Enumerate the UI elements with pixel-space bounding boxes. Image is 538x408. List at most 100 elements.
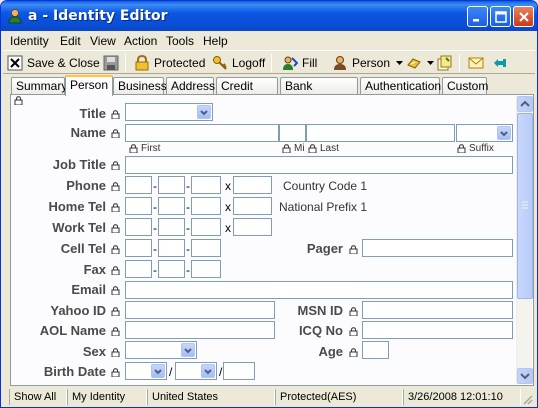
save-close-button[interactable]: Save & Close [7,54,100,72]
lock-icon[interactable] [111,224,120,233]
person-dropdown-button[interactable]: Person [332,54,404,72]
lock-icon[interactable] [111,307,120,316]
work-tel-area-input[interactable] [125,218,152,236]
lock-icon[interactable] [111,129,120,138]
middle-initial-input[interactable] [279,124,306,142]
work-tel-prefix-input[interactable] [158,218,185,236]
tab-summary[interactable]: Summary [11,77,67,95]
birth-year-input[interactable] [223,362,255,380]
close-button[interactable] [513,6,534,27]
suffix-select[interactable] [456,124,513,142]
home-tel-prefix-input[interactable] [158,197,185,215]
birth-month-select[interactable] [125,362,167,380]
lock-icon[interactable] [111,368,120,377]
chevron-down-icon[interactable] [201,364,215,378]
status-my-identity[interactable]: My Identity [67,389,147,405]
save-disk-button[interactable] [103,54,123,72]
lock-icon[interactable] [111,348,120,357]
home-tel-area-input[interactable] [125,197,152,215]
vertical-scrollbar[interactable] [516,96,533,384]
age-input[interactable] [362,341,389,359]
phone-prefix-input[interactable] [158,176,185,194]
menu-view[interactable]: View [90,34,116,48]
lock-icon[interactable] [111,245,120,254]
phone-line-input[interactable] [191,176,221,194]
logoff-button[interactable]: Logoff [212,54,265,72]
chevron-down-icon[interactable] [497,126,511,140]
lock-icon[interactable] [111,182,120,191]
cell-tel-line-input[interactable] [191,239,221,257]
lock-icon[interactable] [111,286,120,295]
tab-address[interactable]: Address [166,77,215,95]
cell-tel-area-input[interactable] [125,239,152,257]
status-show-all[interactable]: Show All [9,389,67,405]
work-tel-ext-input[interactable] [233,218,272,236]
lock-icon[interactable] [308,144,317,153]
lock-icon[interactable] [349,348,358,357]
work-tel-line-input[interactable] [191,218,221,236]
lock-icon[interactable] [111,161,120,170]
tab-custom[interactable]: Custom [442,77,488,95]
protected-button[interactable]: Protected [134,54,205,72]
lock-icon[interactable] [349,307,358,316]
scroll-up-button[interactable] [517,96,533,112]
fill-button[interactable]: Fill [282,54,317,72]
job-title-input[interactable] [125,156,513,174]
msn-id-input[interactable] [362,301,513,319]
tab-bank-account[interactable]: Bank Account [280,77,358,109]
lock-icon[interactable] [111,266,120,275]
email-button[interactable] [468,54,488,72]
lock-icon[interactable] [282,144,291,153]
status-country: United States [147,389,275,405]
chevron-down-icon[interactable] [197,105,211,119]
fax-prefix-input[interactable] [158,260,185,278]
menu-identity[interactable]: Identity [10,34,49,48]
pager-input[interactable] [362,239,513,257]
menu-tools[interactable]: Tools [166,34,194,48]
cell-tel-prefix-input[interactable] [158,239,185,257]
lock-icon[interactable] [457,144,466,153]
chevron-down-icon[interactable] [181,343,195,357]
resize-grip-icon[interactable] [521,393,533,405]
scroll-thumb[interactable] [517,113,533,299]
lock-icon[interactable] [111,327,120,336]
fax-area-input[interactable] [125,260,152,278]
menu-edit[interactable]: Edit [60,34,81,48]
tab-business[interactable]: Business [113,77,167,95]
icq-no-label: ICQ No [298,323,343,338]
sex-select[interactable] [125,341,197,359]
menu-action[interactable]: Action [124,34,157,48]
lock-icon[interactable] [349,245,358,254]
tab-authentication[interactable]: Authentication [360,77,441,95]
lock-icon[interactable] [129,144,138,153]
menu-help[interactable]: Help [203,34,228,48]
identity-keys-button[interactable] [406,54,435,72]
yahoo-id-input[interactable] [125,301,275,319]
phone-ext-input[interactable] [233,176,272,194]
home-tel-ext-input[interactable] [233,197,272,215]
tab-person[interactable]: Person [65,75,113,96]
copy-identity-button[interactable] [436,54,456,72]
title-bar[interactable]: a - Identity Editor [1,1,537,31]
lock-icon[interactable] [349,327,358,336]
title-select[interactable] [125,103,213,121]
fax-line-input[interactable] [191,260,221,278]
lock-icon[interactable] [111,203,120,212]
scroll-down-button[interactable] [517,368,533,384]
chevron-down-icon[interactable] [151,364,165,378]
birth-day-select[interactable] [175,362,217,380]
email-input[interactable] [125,281,513,299]
icq-no-input[interactable] [362,321,513,339]
aol-name-input[interactable] [125,321,275,339]
phone-area-input[interactable] [125,176,152,194]
lock-icon[interactable] [111,110,120,119]
country-code-text: Country Code 1 [283,179,368,193]
home-tel-line-input[interactable] [191,197,221,215]
last-name-input[interactable] [306,124,455,142]
maximize-button[interactable] [490,6,511,27]
tab-credit-card[interactable]: Credit Card [216,77,278,109]
minimize-button[interactable] [467,6,488,27]
pin-button[interactable] [492,54,512,72]
phone-label: Phone [66,178,106,193]
first-name-input[interactable] [125,124,279,142]
